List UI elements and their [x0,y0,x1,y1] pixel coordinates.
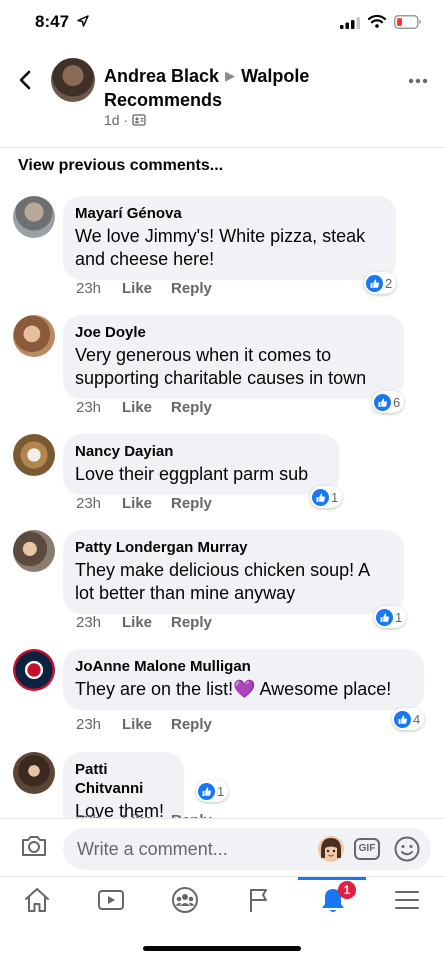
camera-icon[interactable] [20,833,48,859]
comment-time[interactable]: 23h [76,495,122,512]
like-button[interactable]: Like [122,399,171,416]
comment-bubble: Joe Doyle Very generous when it comes to… [63,315,404,399]
commenter-avatar[interactable] [13,434,55,476]
post-meta: 1d · [104,112,146,128]
comment-actions: 23h Like Reply [76,495,212,512]
comment-actions: 23h Like Reply [76,399,212,416]
reaction-number: 4 [413,711,421,727]
reply-button[interactable]: Reply [171,280,212,297]
author-avatar[interactable] [51,58,95,102]
comment-bubble: Mayarí Génova We love Jimmy's! White piz… [63,196,396,280]
pages-icon[interactable] [244,885,274,915]
comment-time[interactable]: 23h [76,614,122,631]
bottom-navigation: 1 [0,876,444,926]
comment-time[interactable]: 23h [76,280,122,297]
reply-button[interactable]: Reply [171,716,212,733]
like-button[interactable]: Like [122,280,171,297]
comment-input[interactable]: Write a comment... GIF [63,828,431,870]
like-button[interactable]: Like [122,495,171,512]
reaction-count[interactable]: 1 [310,486,343,508]
commenter-avatar[interactable] [13,752,55,794]
comment-text: They make delicious chicken soup! A lot … [75,560,370,603]
like-button[interactable]: Like [122,614,171,631]
commenter-name[interactable]: Patty Londergan Murray [75,538,392,557]
reaction-count[interactable]: 4 [392,708,425,730]
gif-icon[interactable]: GIF [354,838,380,860]
like-reaction-icon [394,710,411,728]
comment-text: We love Jimmy's! White pizza, steak and … [75,226,366,269]
group-privacy-icon [132,114,146,126]
like-reaction-icon [312,488,329,506]
reaction-count[interactable]: 1 [196,780,229,802]
reaction-number: 1 [395,609,403,625]
commenter-name[interactable]: Nancy Dayian [75,442,327,461]
more-icon[interactable] [408,78,428,84]
comment-bubble: JoAnne Malone Mulligan They are on the l… [63,649,424,710]
comment-input-placeholder: Write a comment... [77,839,228,859]
commenter-avatar[interactable] [13,315,55,357]
status-time: 8:47 [35,12,70,31]
signal-icon [340,17,360,29]
post-timestamp[interactable]: 1d · [104,112,128,128]
location-arrow-icon [77,15,89,27]
commenter-avatar[interactable] [13,649,55,691]
comment-text: Very generous when it comes to supportin… [75,345,367,388]
back-icon[interactable] [14,68,38,92]
comment-actions: 23h Like Reply [76,614,212,631]
comment-text: Love their eggplant parm sub [75,464,309,484]
reaction-number: 6 [393,394,401,410]
like-button[interactable]: Like [122,716,171,733]
menu-icon[interactable] [392,885,422,915]
groups-icon[interactable] [170,885,200,915]
avatar-sticker-icon[interactable] [318,836,344,862]
commenter-avatar[interactable] [13,530,55,572]
home-indicator [143,946,301,951]
comment-actions: 23h Like Reply [76,280,212,297]
reaction-count[interactable]: 6 [372,391,405,413]
commenter-name[interactable]: Patti Chitvanni [75,760,172,798]
home-icon[interactable] [22,885,52,915]
comment-time[interactable]: 23h [76,399,122,416]
post-title: Andrea Black ▶ Walpole Recommends [104,64,384,112]
battery-icon [394,15,421,29]
comment-actions: 23h Like Reply [76,716,212,733]
reply-button[interactable]: Reply [171,399,212,416]
author-name[interactable]: Andrea Black [104,66,219,86]
comment-text: They are on the list!💜 Awesome place! [75,679,392,699]
watch-icon[interactable] [96,885,126,915]
reaction-number: 1 [217,783,225,799]
view-previous-comments[interactable]: View previous comments... [18,157,223,175]
post-header: Andrea Black ▶ Walpole Recommends 1d · [0,48,444,148]
reaction-number: 1 [331,489,339,505]
commenter-name[interactable]: Joe Doyle [75,323,392,342]
wifi-icon [368,14,386,28]
notifications-badge: 1 [338,881,356,899]
emoji-icon[interactable] [393,835,421,863]
commenter-avatar[interactable] [13,196,55,238]
like-reaction-icon [198,782,215,800]
comment-time[interactable]: 23h [76,716,122,733]
reaction-count[interactable]: 1 [374,606,407,628]
reaction-count[interactable]: 2 [364,272,397,294]
arrow-right-icon: ▶ [225,68,236,83]
like-reaction-icon [366,274,383,292]
commenter-name[interactable]: Mayarí Génova [75,204,384,223]
like-reaction-icon [374,393,391,411]
reply-button[interactable]: Reply [171,495,212,512]
comment-composer: Write a comment... GIF [0,818,444,876]
like-reaction-icon [376,608,393,626]
reply-button[interactable]: Reply [171,614,212,631]
comment-bubble: Patty Londergan Murray They make delicio… [63,530,404,614]
status-bar: 8:47 [0,0,444,48]
reaction-number: 2 [385,275,393,291]
commenter-name[interactable]: JoAnne Malone Mulligan [75,657,412,676]
comment-bubble: Nancy Dayian Love their eggplant parm su… [63,434,339,495]
active-tab-indicator [298,877,366,880]
